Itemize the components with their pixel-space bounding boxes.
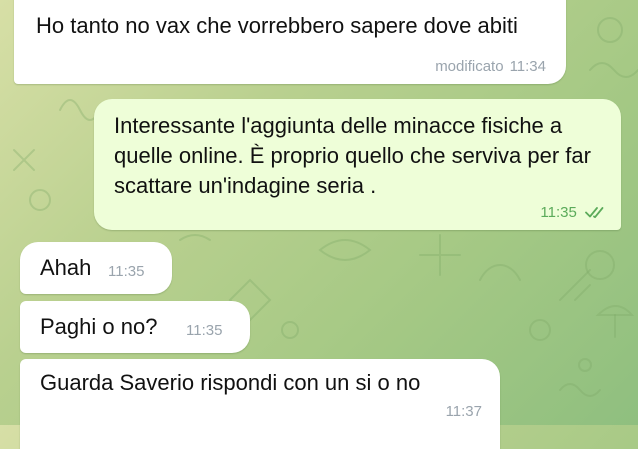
message-meta: modificato 11:34 xyxy=(435,58,546,76)
message-text: Ahah xyxy=(40,255,92,280)
message-text: Paghi o no? xyxy=(40,314,158,339)
message-bubble-outgoing[interactable]: Interessante l'aggiunta delle minacce fi… xyxy=(94,99,621,230)
message-bubble-incoming[interactable]: Guarda Saverio rispondi con un si o no 1… xyxy=(20,359,500,449)
message-text: Ho tanto no vax che vorrebbero sapere do… xyxy=(36,13,518,38)
message-text: Guarda Saverio rispondi con un si o no xyxy=(40,370,421,395)
message-time: 11:35 xyxy=(108,263,145,280)
double-check-icon xyxy=(585,207,604,219)
message-time: 11:37 xyxy=(445,403,482,420)
message-time: 11:35 xyxy=(540,204,577,221)
message-time: 11:34 xyxy=(509,58,546,75)
message-bubble-incoming[interactable]: Ho tanto no vax che vorrebbero sapere do… xyxy=(14,0,566,84)
message-time: 11:35 xyxy=(186,322,223,339)
chat-message-list[interactable]: Ho tanto no vax che vorrebbero sapere do… xyxy=(0,0,638,449)
message-meta: 11:35 xyxy=(540,204,607,222)
message-bubble-incoming[interactable]: Ahah 11:35 xyxy=(20,242,172,294)
message-text: Interessante l'aggiunta delle minacce fi… xyxy=(114,113,591,198)
message-bubble-incoming[interactable]: Paghi o no? 11:35 xyxy=(20,301,250,353)
edited-label: modificato xyxy=(435,58,504,75)
